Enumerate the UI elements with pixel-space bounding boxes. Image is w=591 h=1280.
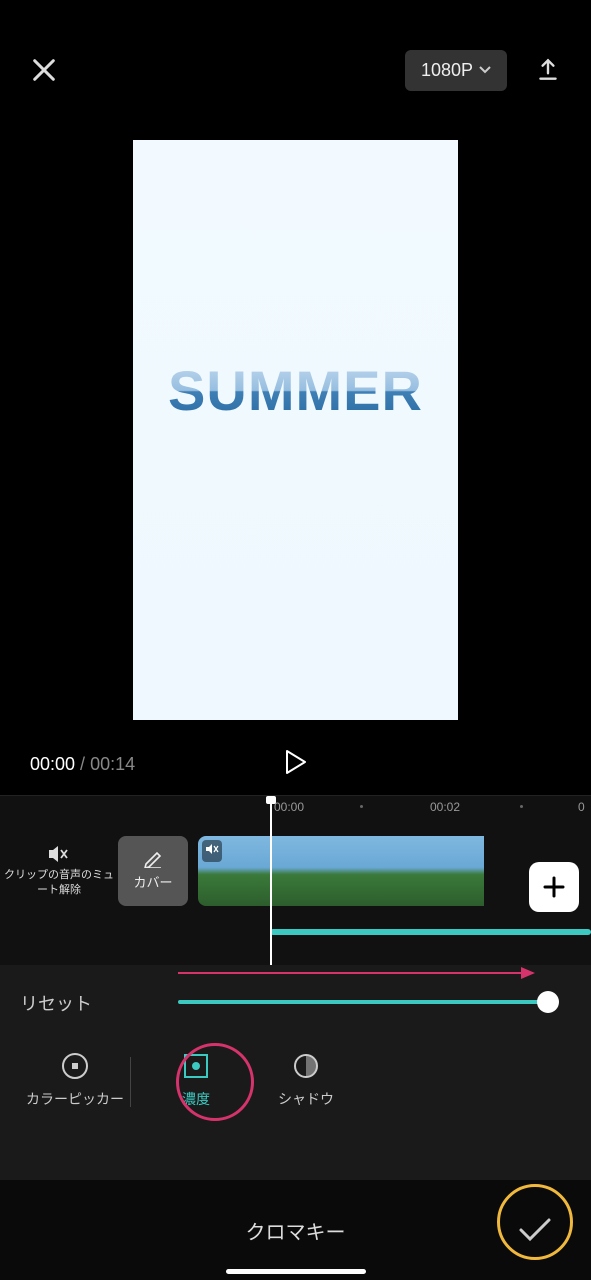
intensity-icon: [181, 1051, 211, 1081]
shadow-icon: [291, 1051, 321, 1081]
resolution-label: 1080P: [421, 60, 473, 81]
playhead[interactable]: [270, 796, 272, 965]
time-display: 00:00 / 00:14: [30, 754, 135, 775]
plus-icon: [541, 874, 567, 900]
intensity-option[interactable]: 濃度: [141, 1051, 251, 1109]
confirm-button[interactable]: [505, 1200, 565, 1260]
clip[interactable]: [326, 836, 390, 906]
speaker-mute-icon: [47, 844, 71, 864]
current-time: 00:00: [30, 754, 75, 774]
unmute-clip-button[interactable]: クリップの音声のミュート解除: [0, 844, 118, 897]
edit-icon: [143, 850, 163, 868]
shadow-label: シャドウ: [278, 1089, 334, 1109]
color-picker-label: カラーピッカー: [26, 1089, 124, 1109]
unmute-label: クリップの音声のミュート解除: [0, 868, 118, 897]
intensity-slider[interactable]: [178, 988, 551, 1018]
export-button[interactable]: [535, 57, 561, 83]
ruler-tick: 00:00: [274, 800, 304, 814]
home-indicator: [226, 1269, 366, 1274]
preview-text: SUMMER: [168, 358, 423, 423]
slider-thumb[interactable]: [537, 991, 559, 1013]
check-icon: [518, 1217, 552, 1243]
video-preview[interactable]: SUMMER: [133, 140, 458, 720]
divider: [130, 1057, 131, 1107]
timeline[interactable]: 00:00 00:02 0 クリップの音声のミュート解除 カバー: [0, 795, 591, 965]
ruler-dot: [520, 805, 523, 808]
clip[interactable]: [454, 836, 484, 906]
shadow-option[interactable]: シャドウ: [251, 1051, 361, 1109]
color-picker-option[interactable]: カラーピッカー: [20, 1051, 130, 1109]
time-ruler: 00:00 00:02 0: [0, 796, 591, 822]
ruler-tick: 00:02: [430, 800, 460, 814]
ruler-dot: [360, 805, 363, 808]
cover-label: カバー: [133, 872, 172, 891]
slider-track: [178, 1000, 551, 1004]
resolution-button[interactable]: 1080P: [405, 50, 507, 91]
overlay-track[interactable]: [270, 929, 591, 935]
add-clip-button[interactable]: [529, 862, 579, 912]
color-picker-icon: [60, 1051, 90, 1081]
cover-button[interactable]: カバー: [118, 836, 188, 906]
clip[interactable]: [198, 836, 262, 906]
close-button[interactable]: [30, 56, 58, 84]
clip-mute-icon: [202, 840, 222, 862]
reset-button[interactable]: リセット: [20, 990, 160, 1016]
play-button[interactable]: [284, 749, 308, 780]
intensity-label: 濃度: [182, 1089, 210, 1109]
annotation-arrow: [178, 972, 533, 974]
chevron-down-icon: [479, 66, 491, 74]
clip[interactable]: [390, 836, 454, 906]
ruler-tick: 0: [578, 800, 585, 814]
total-time: 00:14: [90, 754, 135, 774]
panel-title: クロマキー: [246, 1216, 346, 1245]
